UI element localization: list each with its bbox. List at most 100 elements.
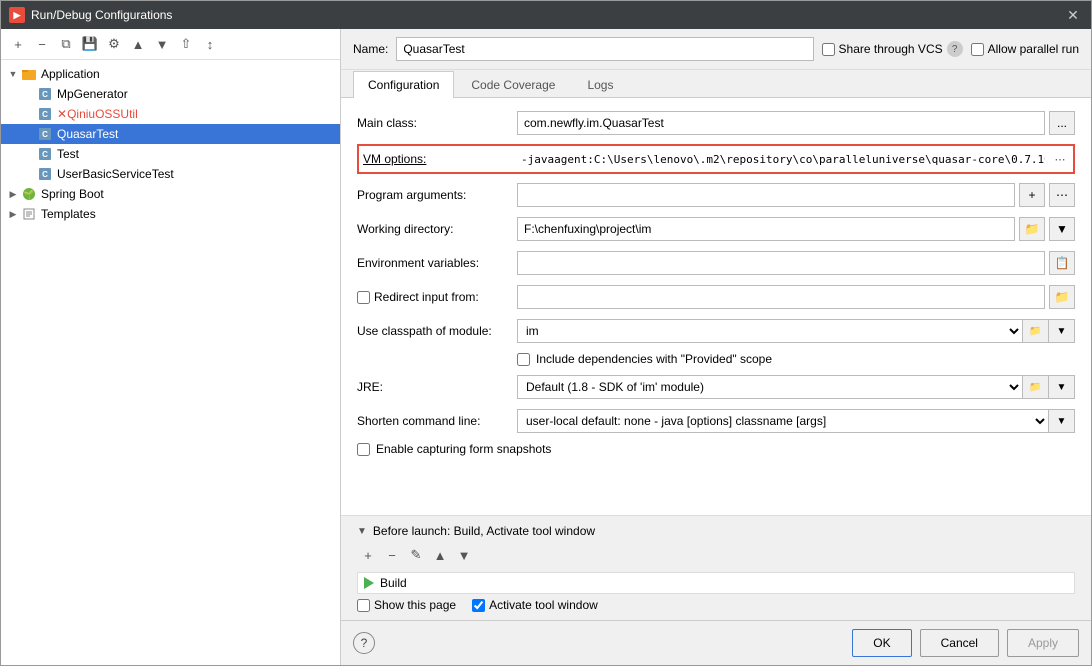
qiniu-icon: C bbox=[37, 106, 53, 122]
working-dir-browse-button[interactable]: 📁 bbox=[1019, 217, 1045, 241]
userbasic-icon: C bbox=[37, 166, 53, 182]
templates-expander[interactable]: ▶ bbox=[5, 206, 21, 222]
redirect-input-group: 📁 bbox=[517, 285, 1075, 309]
allow-parallel-checkbox[interactable] bbox=[971, 43, 984, 56]
launch-expander[interactable]: ▼ bbox=[357, 526, 367, 537]
application-expander[interactable]: ▼ bbox=[5, 66, 21, 82]
enable-snapshots-row: Enable capturing form snapshots bbox=[357, 442, 1075, 456]
shorten-cmd-select-group: user-local default: none - java [options… bbox=[517, 409, 1075, 433]
env-vars-input[interactable] bbox=[517, 251, 1045, 275]
tree-node-springboot[interactable]: ▶ 🌱 Spring Boot bbox=[1, 184, 340, 204]
move-up-button[interactable]: ▲ bbox=[127, 33, 149, 55]
main-class-input-group: ... bbox=[517, 111, 1075, 135]
application-folder-icon bbox=[21, 66, 37, 82]
enable-snapshots-checkbox[interactable] bbox=[357, 443, 370, 456]
program-args-expand-button[interactable]: ⋯ bbox=[1049, 183, 1075, 207]
working-dir-input-group: 📁 ▼ bbox=[517, 217, 1075, 241]
help-button[interactable]: ? bbox=[353, 632, 375, 654]
tree-node-userbasicservicetest[interactable]: C UserBasicServiceTest bbox=[1, 164, 340, 184]
tree-node-mpgenerator[interactable]: C MpGenerator bbox=[1, 84, 340, 104]
jre-select[interactable]: Default (1.8 - SDK of 'im' module) bbox=[517, 375, 1023, 399]
shorten-cmd-select[interactable]: user-local default: none - java [options… bbox=[517, 409, 1049, 433]
close-button[interactable]: ✕ bbox=[1063, 5, 1083, 25]
working-dir-input[interactable] bbox=[517, 217, 1015, 241]
move-down-button[interactable]: ▼ bbox=[151, 33, 173, 55]
vm-options-label[interactable]: VM options: bbox=[361, 152, 517, 166]
main-class-input[interactable] bbox=[517, 111, 1045, 135]
jre-label: JRE: bbox=[357, 380, 517, 394]
tab-code-coverage[interactable]: Code Coverage bbox=[456, 71, 570, 98]
launch-remove-button[interactable]: − bbox=[381, 544, 403, 566]
launch-down-button[interactable]: ▼ bbox=[453, 544, 475, 566]
redirect-browse-button[interactable]: 📁 bbox=[1049, 285, 1075, 309]
cancel-button[interactable]: Cancel bbox=[920, 629, 999, 657]
footer-left: ? bbox=[353, 632, 375, 654]
vm-options-row: VM options: ⋯ bbox=[357, 144, 1075, 174]
dialog-body: + − ⧉ 💾 ⚙ ▲ ▼ ⇧ ↕ ▼ Application bbox=[1, 29, 1091, 665]
build-run-icon bbox=[364, 577, 374, 589]
launch-edit-button[interactable]: ✎ bbox=[405, 544, 427, 566]
tab-configuration[interactable]: Configuration bbox=[353, 71, 454, 98]
jre-expand-button[interactable]: ▼ bbox=[1049, 375, 1075, 399]
main-class-browse-button[interactable]: ... bbox=[1049, 111, 1075, 135]
redirect-input-field[interactable] bbox=[517, 285, 1045, 309]
launch-up-button[interactable]: ▲ bbox=[429, 544, 451, 566]
shorten-cmd-expand-button[interactable]: ▼ bbox=[1049, 409, 1075, 433]
vm-options-expand-button[interactable]: ⋯ bbox=[1049, 148, 1071, 170]
classpath-browse-button[interactable]: 📁 bbox=[1023, 319, 1049, 343]
copy-config-button[interactable]: ⧉ bbox=[55, 33, 77, 55]
name-bar: Name: Share through VCS ? Allow parallel… bbox=[341, 29, 1091, 70]
tab-logs[interactable]: Logs bbox=[572, 71, 628, 98]
tree-node-templates[interactable]: ▶ Templates bbox=[1, 204, 340, 224]
include-deps-row: Include dependencies with "Provided" sco… bbox=[357, 352, 1075, 366]
working-dir-label: Working directory: bbox=[357, 222, 517, 236]
share-vcs-help-icon[interactable]: ? bbox=[947, 41, 963, 57]
include-deps-checkbox[interactable] bbox=[517, 353, 530, 366]
launch-header-label: Before launch: Build, Activate tool wind… bbox=[373, 524, 595, 538]
build-label: Build bbox=[380, 576, 407, 590]
ok-button[interactable]: OK bbox=[852, 629, 911, 657]
program-args-row: Program arguments: + ⋯ bbox=[357, 182, 1075, 208]
right-panel: Name: Share through VCS ? Allow parallel… bbox=[341, 29, 1091, 665]
tree-area: ▼ Application C MpGenerator bbox=[1, 60, 340, 665]
enable-snapshots-label: Enable capturing form snapshots bbox=[376, 442, 551, 456]
tree-node-qiniuossutil[interactable]: C ✕QiniuOSSUtil bbox=[1, 104, 340, 124]
save-config-button[interactable]: 💾 bbox=[79, 33, 101, 55]
jre-browse-button[interactable]: 📁 bbox=[1023, 375, 1049, 399]
shorten-cmd-row: Shorten command line: user-local default… bbox=[357, 408, 1075, 434]
tree-node-quasartest[interactable]: C QuasarTest bbox=[1, 124, 340, 144]
remove-config-button[interactable]: − bbox=[31, 33, 53, 55]
program-args-input[interactable] bbox=[517, 183, 1015, 207]
qiniu-expander bbox=[21, 106, 37, 122]
tree-node-test[interactable]: C Test bbox=[1, 144, 340, 164]
env-vars-browse-button[interactable]: 📋 bbox=[1049, 251, 1075, 275]
share-config-button[interactable]: ⇧ bbox=[175, 33, 197, 55]
allow-parallel-area: Allow parallel run bbox=[971, 42, 1079, 56]
activate-window-option: Activate tool window bbox=[472, 598, 598, 612]
show-page-label: Show this page bbox=[374, 598, 456, 612]
redirect-input-checkbox[interactable] bbox=[357, 291, 370, 304]
springboot-expander[interactable]: ▶ bbox=[5, 186, 21, 202]
classpath-select[interactable]: im bbox=[517, 319, 1023, 343]
apply-button[interactable]: Apply bbox=[1007, 629, 1079, 657]
config-area: Main class: ... VM options: ⋯ Program ar… bbox=[341, 98, 1091, 515]
redirect-input-label: Redirect input from: bbox=[374, 290, 479, 304]
launch-build-item[interactable]: Build bbox=[357, 572, 1075, 594]
working-dir-expand-button[interactable]: ▼ bbox=[1049, 217, 1075, 241]
launch-add-button[interactable]: + bbox=[357, 544, 379, 566]
program-args-input-group: + ⋯ bbox=[517, 183, 1075, 207]
jre-select-group: Default (1.8 - SDK of 'im' module) 📁 ▼ bbox=[517, 375, 1075, 399]
program-args-add-button[interactable]: + bbox=[1019, 183, 1045, 207]
launch-section: ▼ Before launch: Build, Activate tool wi… bbox=[341, 515, 1091, 620]
sort-config-button[interactable]: ↕ bbox=[199, 33, 221, 55]
classpath-expand-button[interactable]: ▼ bbox=[1049, 319, 1075, 343]
tree-node-application[interactable]: ▼ Application bbox=[1, 64, 340, 84]
vm-options-input[interactable] bbox=[517, 148, 1049, 170]
activate-window-checkbox[interactable] bbox=[472, 599, 485, 612]
show-page-checkbox[interactable] bbox=[357, 599, 370, 612]
env-vars-input-group: 📋 bbox=[517, 251, 1075, 275]
share-vcs-checkbox[interactable] bbox=[822, 43, 835, 56]
settings-config-button[interactable]: ⚙ bbox=[103, 33, 125, 55]
name-input[interactable] bbox=[396, 37, 813, 61]
add-config-button[interactable]: + bbox=[7, 33, 29, 55]
